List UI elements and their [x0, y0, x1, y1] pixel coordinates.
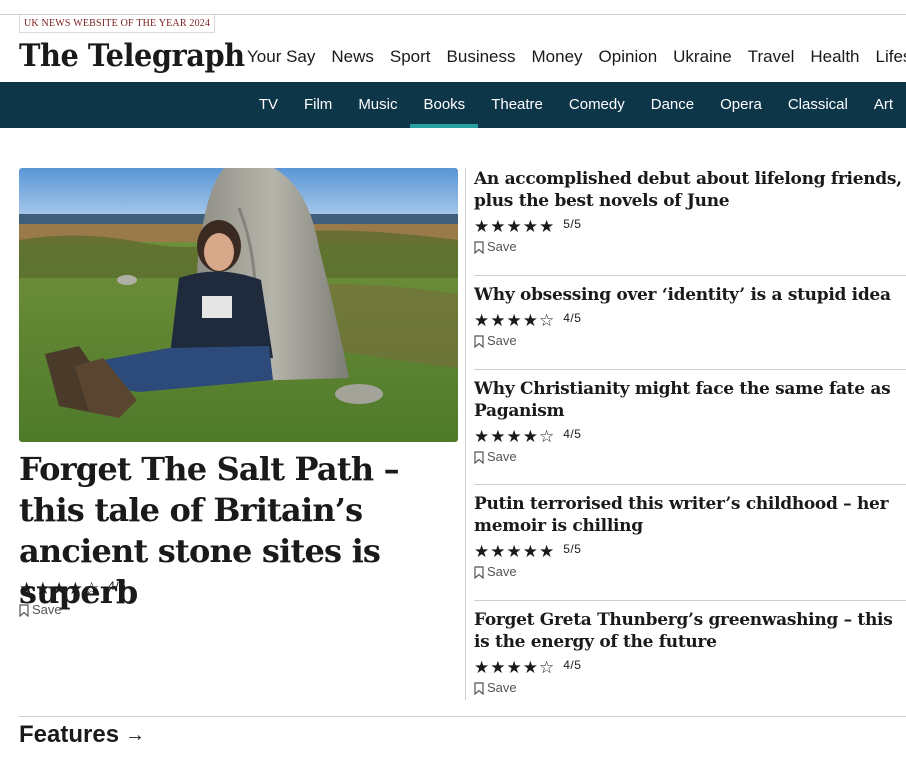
nav-item-health[interactable]: Health: [810, 46, 859, 70]
nav-item-sport[interactable]: Sport: [390, 46, 431, 70]
story-rating: ★★★★☆ 4/5: [474, 312, 906, 330]
story-headline[interactable]: Why Christianity might face the same fat…: [474, 378, 906, 422]
star-rating-icon: ★★★★☆: [19, 579, 101, 598]
rating-text: 4/5: [563, 427, 582, 441]
arrow-right-icon: →: [125, 724, 146, 746]
nav-item-money[interactable]: Money: [532, 46, 583, 70]
save-label: Save: [487, 564, 517, 579]
save-label: Save: [32, 602, 62, 617]
save-label: Save: [487, 333, 517, 348]
story-headline[interactable]: Putin terrorised this writer’s childhood…: [474, 493, 906, 537]
story-rating: ★★★★★ 5/5: [474, 218, 906, 236]
save-button[interactable]: Save: [474, 450, 906, 464]
main-nav: Your Say News Sport Business Money Opini…: [247, 46, 906, 70]
star-rating-icon: ★★★★★: [474, 217, 556, 236]
subnav-item-classical[interactable]: Classical: [775, 82, 861, 128]
star-rating-icon: ★★★★☆: [474, 658, 556, 677]
list-item: Forget Greta Thunberg’s greenwashing – t…: [474, 609, 906, 695]
nav-item-opinion[interactable]: Opinion: [599, 46, 658, 70]
subnav-item-film[interactable]: Film: [291, 82, 345, 128]
column-divider: [465, 168, 466, 700]
rating-text: 4/5: [563, 311, 582, 325]
nav-item-lifestyle[interactable]: Lifesty: [876, 46, 906, 70]
star-rating-icon: ★★★★☆: [474, 311, 556, 330]
story-rating: ★★★★☆ 4/5: [474, 428, 906, 446]
story-divider: [474, 484, 906, 485]
story-headline[interactable]: An accomplished debut about lifelong fri…: [474, 168, 906, 212]
list-item: An accomplished debut about lifelong fri…: [474, 168, 906, 254]
star-rating-icon: ★★★★☆: [474, 427, 556, 446]
subnav-items: TV Film Music Books Theatre Comedy Dance…: [246, 82, 906, 128]
story-divider: [474, 369, 906, 370]
rating-text: 5/5: [563, 217, 582, 231]
save-button[interactable]: Save: [474, 240, 906, 254]
standing-stone-photo: [19, 168, 458, 442]
culture-subnav: TV Film Music Books Theatre Comedy Dance…: [0, 82, 906, 128]
subnav-item-dance[interactable]: Dance: [638, 82, 707, 128]
nav-item-business[interactable]: Business: [447, 46, 516, 70]
list-item: Why obsessing over ‘identity’ is a stupi…: [474, 284, 906, 348]
telegraph-logo[interactable]: The Telegraph: [19, 34, 245, 78]
rating-text: 5/5: [563, 542, 582, 556]
features-section-link[interactable]: Features →: [19, 720, 145, 750]
bookmark-icon: [474, 334, 484, 348]
subnav-item-music[interactable]: Music: [345, 82, 410, 128]
lead-story-image[interactable]: [19, 168, 458, 442]
bookmark-icon: [474, 240, 484, 254]
save-button[interactable]: Save: [474, 565, 906, 579]
nav-item-news[interactable]: News: [331, 46, 374, 70]
story-headline[interactable]: Forget Greta Thunberg’s greenwashing – t…: [474, 609, 906, 653]
subnav-item-comedy[interactable]: Comedy: [556, 82, 638, 128]
section-divider: [19, 716, 906, 717]
subnav-item-books[interactable]: Books: [410, 82, 478, 128]
story-divider: [474, 275, 906, 276]
section-title: Features: [19, 721, 120, 748]
list-item: Why Christianity might face the same fat…: [474, 378, 906, 464]
rating-text: 4/5: [563, 658, 582, 672]
subnav-item-opera[interactable]: Opera: [707, 82, 775, 128]
subnav-item-theatre[interactable]: Theatre: [478, 82, 556, 128]
story-rating: ★★★★☆ 4/5: [474, 659, 906, 677]
bookmark-icon: [474, 681, 484, 695]
save-button[interactable]: Save: [474, 681, 906, 695]
bookmark-icon: [19, 603, 29, 617]
save-label: Save: [487, 449, 517, 464]
bookmark-icon: [474, 565, 484, 579]
story-headline[interactable]: Why obsessing over ‘identity’ is a stupi…: [474, 284, 906, 306]
nav-item-ukraine[interactable]: Ukraine: [673, 46, 732, 70]
award-badge: UK NEWS WEBSITE OF THE YEAR 2024: [19, 15, 216, 33]
bookmark-icon: [474, 450, 484, 464]
star-rating-icon: ★★★★★: [474, 542, 556, 561]
subnav-item-tv[interactable]: TV: [246, 82, 291, 128]
save-label: Save: [487, 239, 517, 254]
list-item: Putin terrorised this writer’s childhood…: [474, 493, 906, 579]
save-label: Save: [487, 680, 517, 695]
story-divider: [474, 600, 906, 601]
story-rating: ★★★★★ 5/5: [474, 543, 906, 561]
lead-story-rating: ★★★★☆ 4/5: [19, 580, 126, 598]
save-button[interactable]: Save: [19, 603, 62, 617]
subnav-item-art[interactable]: Art: [861, 82, 906, 128]
rating-text: 4/5: [108, 579, 127, 593]
nav-item-your-say[interactable]: Your Say: [247, 46, 315, 70]
nav-item-travel[interactable]: Travel: [748, 46, 795, 70]
save-button[interactable]: Save: [474, 334, 906, 348]
